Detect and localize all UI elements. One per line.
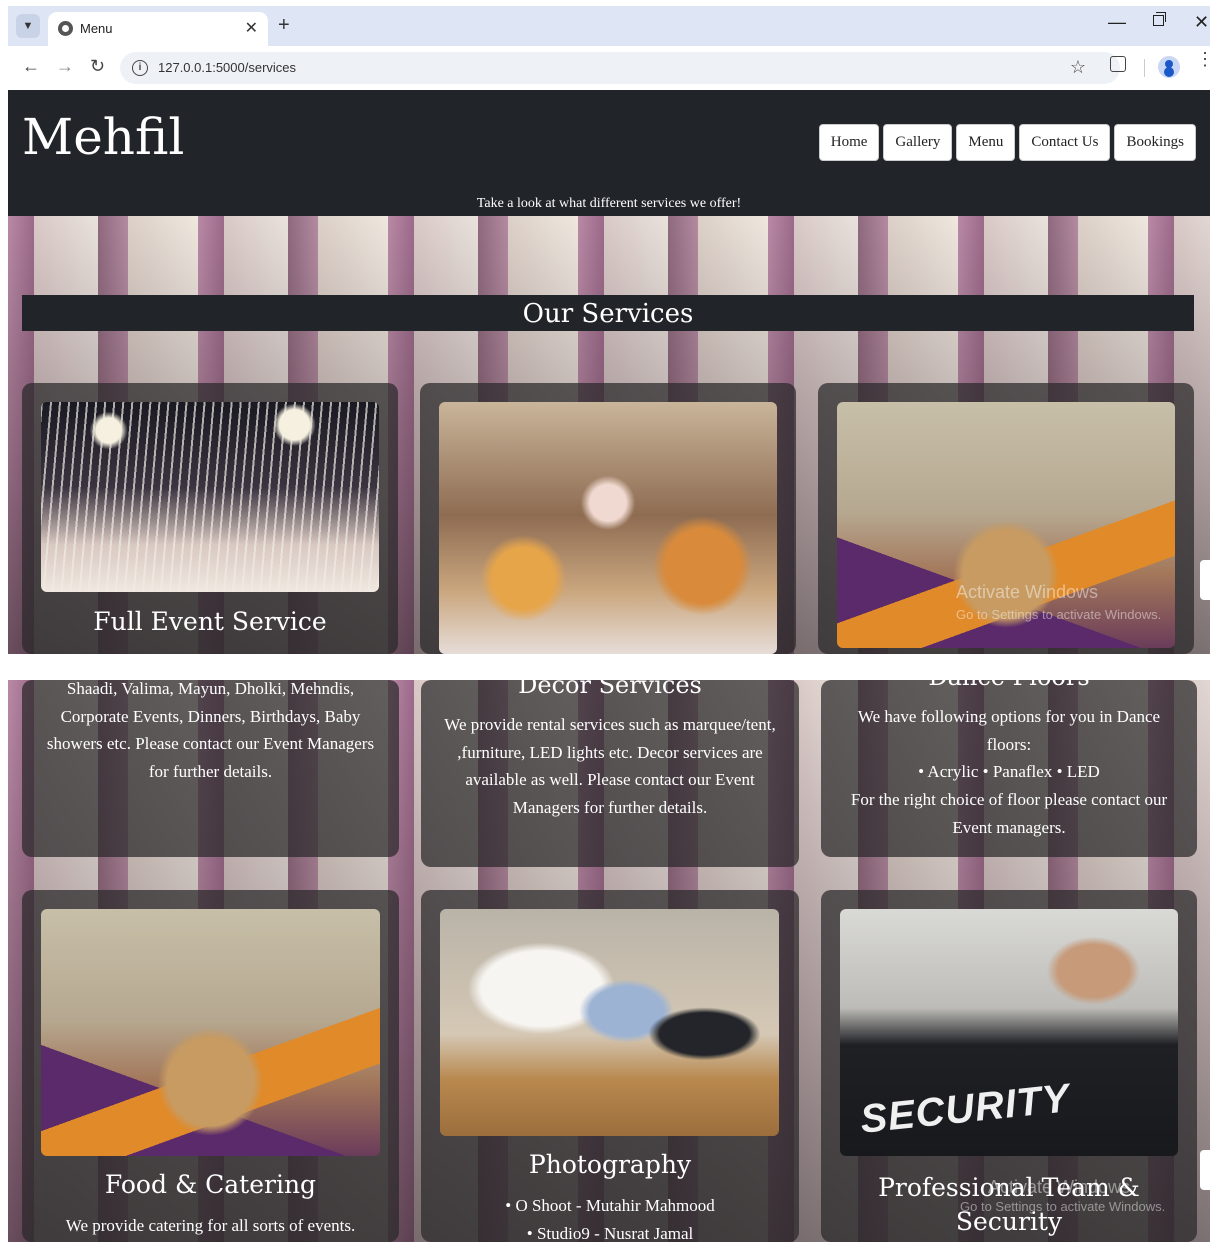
card-title-decor: Decor Services [518,680,702,699]
photographer-list-item: • Studio9 - Nusrat Jamal [526,1224,694,1242]
minimize-icon[interactable]: — [1108,12,1126,33]
browser-toolbar: ← → ↻ i 127.0.0.1:5000/services ☆ ⋮ [8,46,1210,90]
card-text-decor: We provide rental services such as marqu… [444,715,776,817]
card-text-dance-options: • Acrylic • Panaflex • LED [918,762,1100,781]
main-nav: Home Gallery Menu Contact Us Bookings [818,124,1196,161]
services-title-bar: Our Services [22,295,1194,331]
security-jacket-text: SECURITY [858,1076,1072,1142]
photography-image [440,909,779,1136]
brand-logo[interactable]: Mehfil [22,108,184,166]
card-text-dance-intro: We have following options for you in Dan… [857,707,1161,754]
close-icon[interactable]: ✕ [245,18,258,38]
service-card-dance-details: Dance Floors We have following options f… [821,680,1197,857]
side-panel-tab[interactable] [1200,560,1210,600]
kebab-icon[interactable]: ⋮ [1196,50,1210,68]
activate-windows-watermark: Activate Windows [988,1177,1131,1197]
service-card-full-event-details: Shaadi, Valima, Mayun, Dholki, Mehndis, … [22,679,399,857]
card-title-full-event: Full Event Service [93,607,327,636]
activate-windows-watermark: Activate Windows [956,582,1099,602]
service-card-food-catering: Food & Catering We provide catering for … [22,890,399,1242]
window-close-icon[interactable]: ✕ [1194,12,1209,33]
nav-home[interactable]: Home [818,124,880,161]
url-text[interactable]: 127.0.0.1:5000/services [158,60,296,75]
photographer-list-item: • O Shoot - Mutahir Mahmood [505,1196,715,1215]
profile-icon[interactable] [1158,56,1180,78]
maximize-icon[interactable] [1153,12,1166,26]
reload-icon[interactable]: ↻ [90,56,105,77]
back-icon[interactable]: ← [22,56,40,77]
page-title: Our Services [522,299,694,329]
tab-title: Menu [80,21,113,36]
card-text-dance-contact: For the right choice of floor please con… [850,790,1168,837]
decor-image [439,402,777,654]
security-image: SECURITY [840,909,1178,1156]
service-card-photography: Photography • O Shoot - Mutahir Mahmood … [421,890,799,1242]
service-card-decor-details: Decor Services We provide rental service… [421,680,799,867]
activate-windows-hint: Go to Settings to activate Windows. [960,1199,1166,1214]
plus-icon[interactable]: + [278,14,290,37]
tab-search-icon[interactable]: ▼ [16,14,40,38]
site-header: Mehfil Home Gallery Menu Contact Us Book… [8,90,1210,216]
extensions-icon[interactable] [1110,56,1126,72]
full-event-image [41,402,379,592]
browser-tab[interactable]: Menu ✕ [48,12,268,46]
food-catering-image [41,909,380,1156]
card-title-food-catering: Food & Catering [104,1170,317,1199]
toolbar-divider [1144,59,1145,77]
card-title-dance: Dance Floors [821,680,1197,691]
nav-bookings[interactable]: Bookings [1114,124,1196,161]
card-text-full-event: Shaadi, Valima, Mayun, Dholki, Mehndis, … [46,679,375,781]
side-panel-tab[interactable] [1200,1150,1210,1190]
forward-icon[interactable]: → [56,56,74,77]
card-title-photography: Photography [528,1150,692,1179]
info-icon[interactable]: i [132,60,148,76]
nav-contact-us[interactable]: Contact Us [1019,124,1111,161]
nav-menu[interactable]: Menu [956,124,1016,161]
tab-strip: ▼ Menu ✕ + — ✕ [8,6,1210,46]
nav-gallery[interactable]: Gallery [883,124,953,161]
header-tagline: Take a look at what different services w… [476,196,742,211]
star-icon[interactable]: ☆ [1070,57,1086,78]
card-text-food-catering: We provide catering for all sorts of eve… [65,1216,356,1235]
service-card-decor [420,383,796,654]
activate-windows-hint: Go to Settings to activate Windows. [956,607,1162,622]
address-bar[interactable]: i 127.0.0.1:5000/services ☆ [120,52,1120,84]
service-card-full-event: Full Event Service [22,383,398,654]
globe-icon [58,21,73,36]
browser-chrome: ▼ Menu ✕ + — ✕ ← → ↻ i 127.0.0.1:5000/se… [8,6,1210,90]
